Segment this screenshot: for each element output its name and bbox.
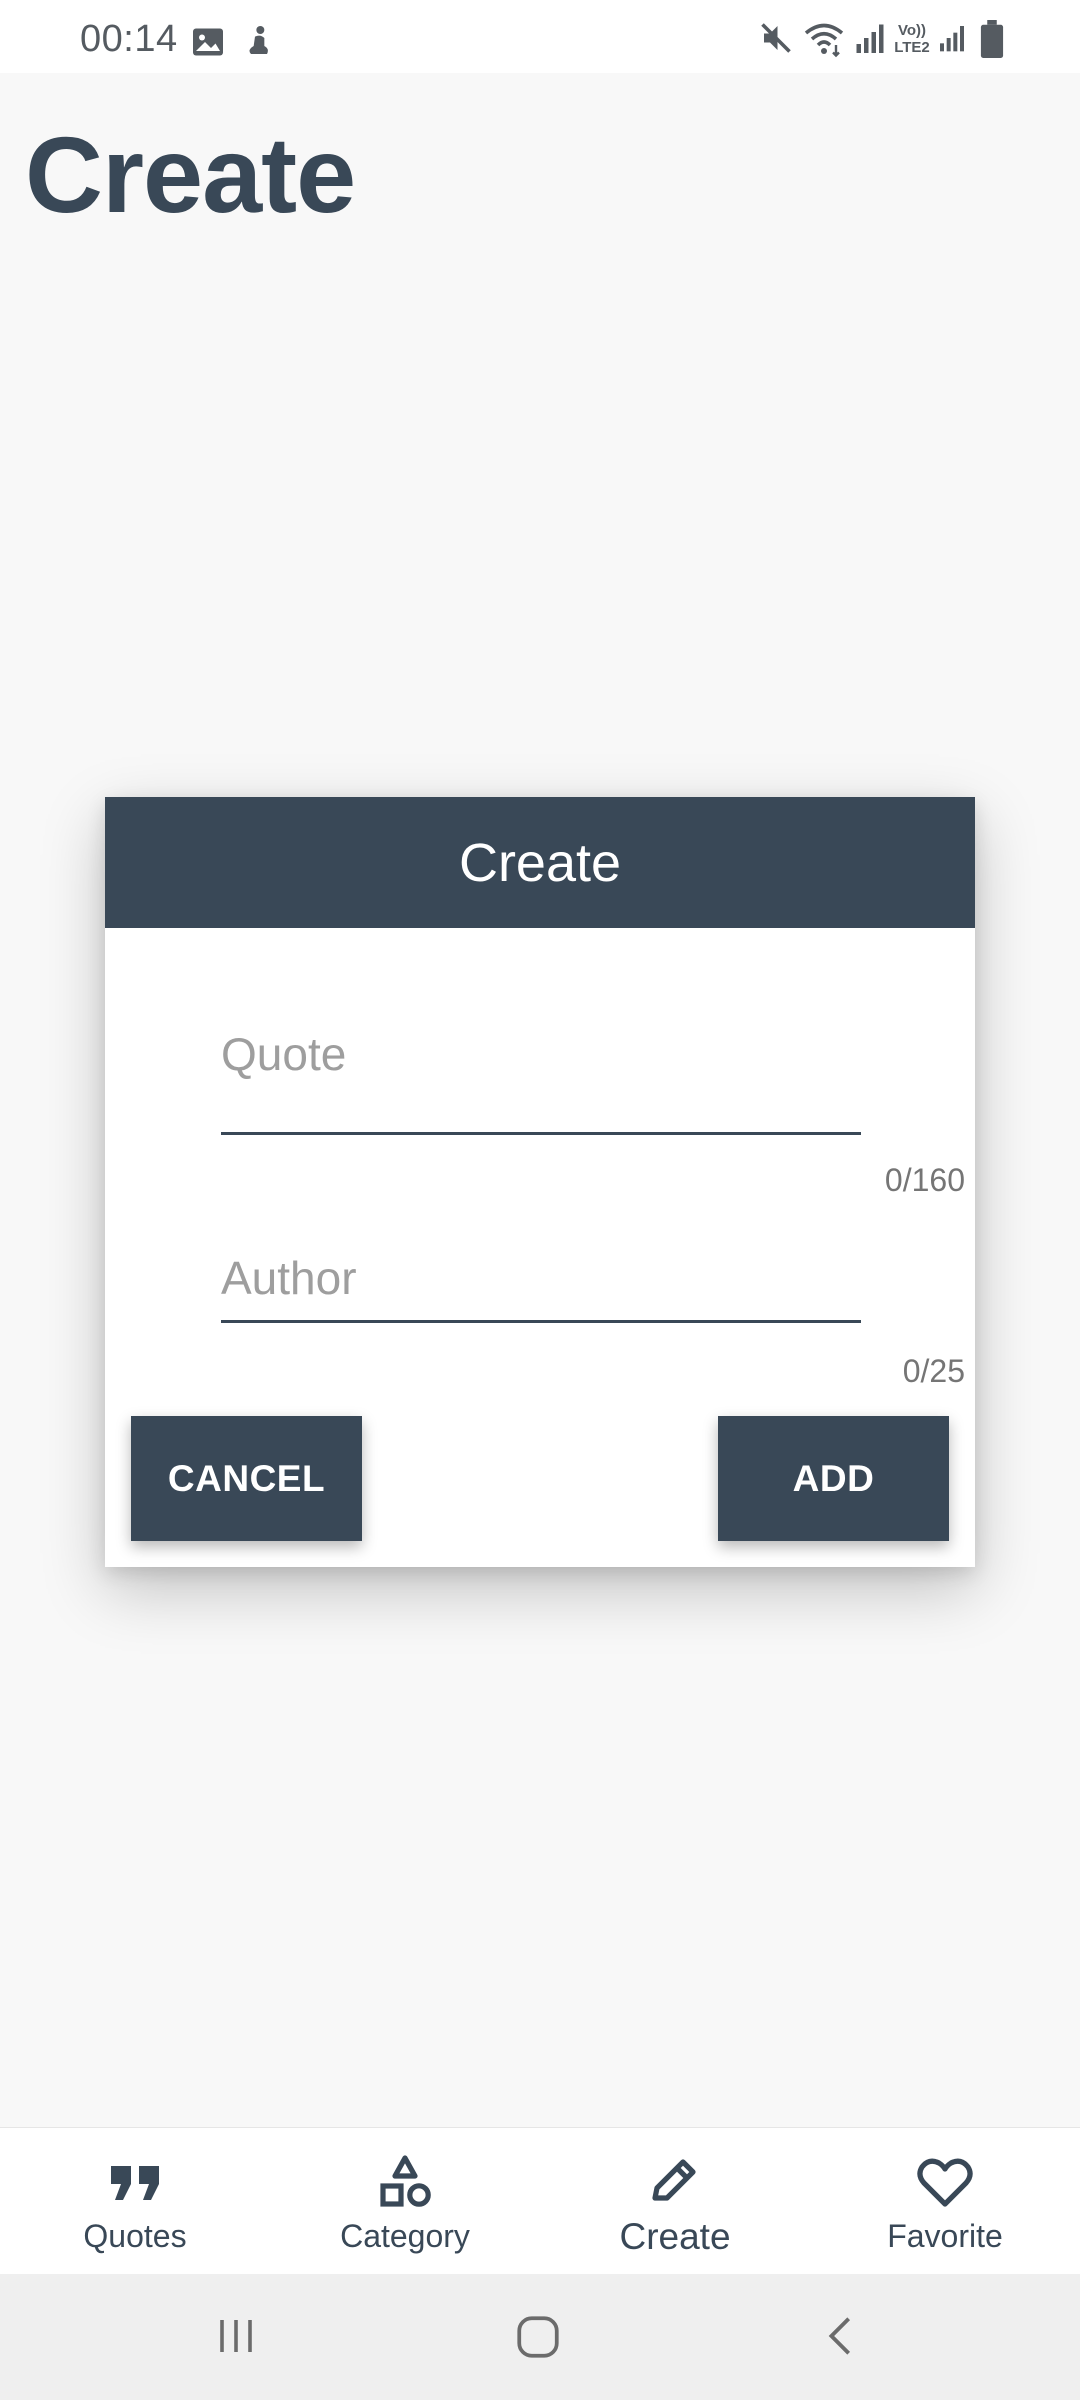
status-time: 00:14: [80, 18, 178, 60]
add-button[interactable]: ADD: [718, 1416, 949, 1541]
nav-label-category: Category: [340, 2218, 470, 2254]
nav-item-favorite[interactable]: Favorite: [810, 2128, 1080, 2275]
nav-item-quotes[interactable]: Quotes: [0, 2128, 270, 2275]
nav-label-quotes: Quotes: [83, 2218, 187, 2254]
recent-apps-icon[interactable]: [212, 2312, 260, 2360]
quote-char-counter: 0/160: [884, 1162, 965, 1198]
dialog-header: Create: [105, 797, 975, 928]
pencil-icon: [652, 2159, 696, 2201]
notification-figure-icon: [249, 26, 268, 54]
lte2-label: LTE2: [894, 39, 930, 56]
page-title: Create: [25, 114, 356, 235]
create-dialog: Create 0/160 0/25 CANCEL ADD: [105, 797, 975, 1567]
volte-label: Vo)): [897, 22, 927, 39]
quote-input[interactable]: [221, 1027, 861, 1081]
nav-label-create: Create: [619, 2216, 731, 2257]
image-icon: [193, 28, 223, 56]
battery-icon: [980, 20, 1004, 58]
mute-icon: [761, 23, 791, 53]
system-navigation-bar: [0, 2274, 1080, 2400]
author-input[interactable]: [221, 1251, 861, 1305]
nav-label-favorite: Favorite: [887, 2218, 1003, 2254]
status-bar: 00:14 Vo)) LTE2: [0, 0, 1080, 73]
author-char-counter: 0/25: [902, 1353, 965, 1389]
category-shapes-icon: [380, 2155, 431, 2207]
nav-item-category[interactable]: Category: [270, 2128, 540, 2275]
bottom-navigation: Quotes Category Create Favorite: [0, 2127, 1080, 2274]
quote-field: [221, 1027, 861, 1135]
signal-icon: [856, 24, 884, 53]
back-icon[interactable]: [818, 2312, 864, 2360]
signal-icon: [940, 26, 964, 52]
volte-lte2-icon: Vo)) LTE2: [891, 22, 933, 56]
author-field: [221, 1251, 861, 1323]
quotes-icon: [111, 2166, 159, 2200]
wifi-icon: [804, 23, 844, 58]
cancel-button[interactable]: CANCEL: [131, 1416, 362, 1541]
home-icon[interactable]: [513, 2312, 563, 2362]
heart-icon: [917, 2158, 973, 2207]
dialog-title: Create: [458, 832, 622, 893]
nav-item-create[interactable]: Create: [540, 2128, 810, 2275]
